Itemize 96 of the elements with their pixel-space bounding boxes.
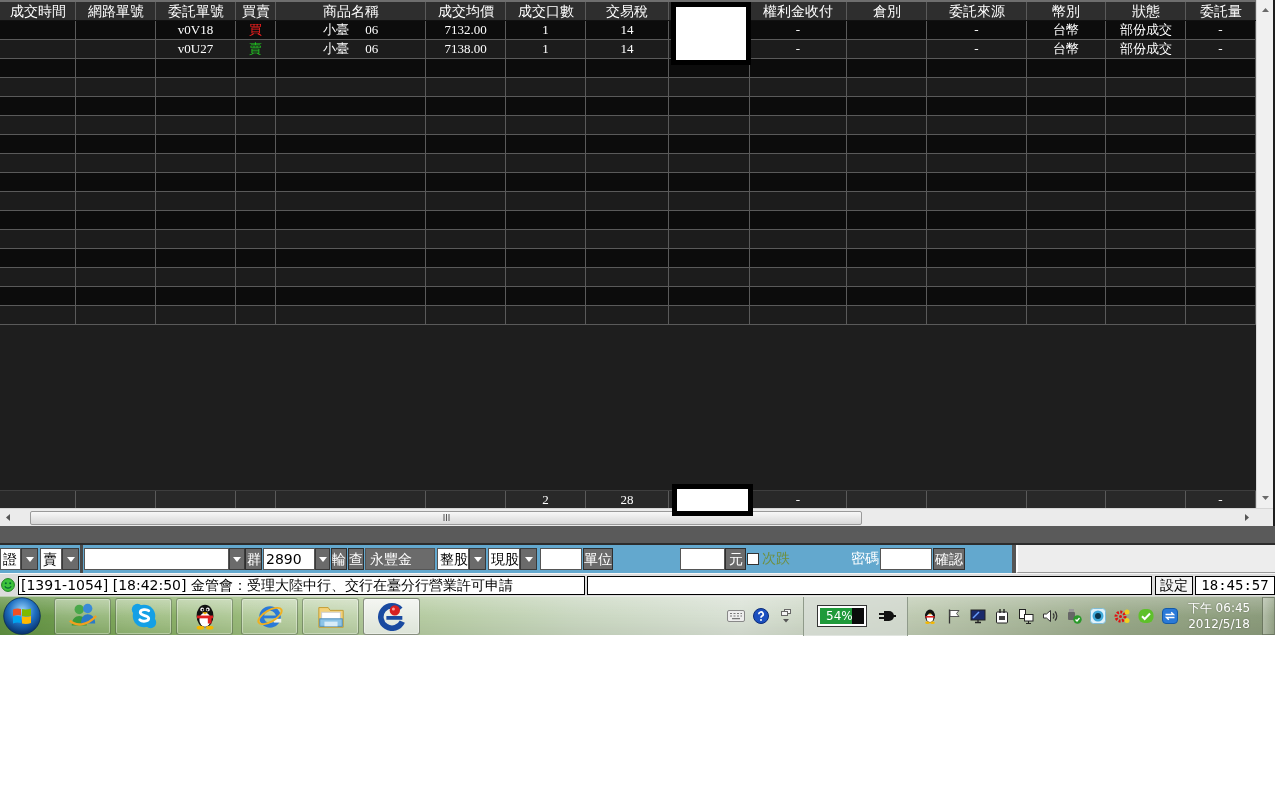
column-header: 買賣 (236, 2, 276, 20)
flag-icon[interactable] (946, 608, 962, 624)
caret-icon (318, 556, 327, 562)
table-cell: - (927, 40, 1027, 58)
scrollbar-thumb[interactable] (30, 510, 862, 525)
table-cell: 部份成交 (1106, 40, 1186, 58)
dropdown-button[interactable] (520, 548, 537, 570)
device-plug-icon[interactable] (994, 608, 1010, 624)
caret-icon (473, 556, 482, 562)
caret-icon (233, 556, 241, 562)
dropdown-button[interactable] (62, 548, 79, 570)
select-field[interactable]: 2890 (263, 548, 315, 570)
arrows-box-icon[interactable] (1162, 608, 1178, 624)
column-header: 成交口數 (506, 2, 586, 20)
action-button[interactable]: 輪 (331, 548, 347, 570)
field-label: 密碼 (851, 550, 879, 568)
table-cell: 台幣 (1027, 40, 1106, 58)
help-icon[interactable] (753, 608, 769, 624)
scroll-down-arrow-icon[interactable] (1261, 496, 1269, 500)
select-field[interactable]: 賣 (40, 548, 62, 570)
action-button[interactable]: 群 (245, 548, 262, 570)
input-field[interactable] (680, 548, 725, 570)
start-button[interactable] (3, 597, 41, 635)
action-button[interactable]: 查 (348, 548, 364, 570)
column-header: 委託來源 (927, 2, 1027, 20)
clock-button[interactable]: 下午 06:45 2012/5/18 (1186, 598, 1252, 634)
time-display: 18:45:57 (1195, 575, 1275, 595)
expand-arrow-icon[interactable] (781, 609, 791, 623)
table-cell: 1 (506, 40, 586, 58)
table-cell: 7138.00 (426, 40, 506, 58)
action-button[interactable]: 確認 (933, 548, 965, 570)
caret-icon (25, 556, 34, 562)
speaker-icon[interactable] (1042, 608, 1058, 624)
check-badge-icon[interactable] (1138, 608, 1154, 624)
scroll-left-arrow-icon[interactable] (6, 514, 10, 521)
battery-meter[interactable]: 54% (818, 606, 866, 626)
penguin-icon[interactable] (922, 608, 938, 624)
start-orb-icon (3, 597, 41, 635)
horizontal-scrollbar[interactable] (0, 508, 1273, 526)
network-icon[interactable] (1018, 608, 1034, 624)
input-field[interactable] (540, 548, 582, 570)
show-desktop-button[interactable] (1262, 597, 1275, 635)
scroll-right-arrow-icon[interactable] (1245, 514, 1249, 521)
column-header: 網路單號 (76, 2, 156, 20)
column-header: 倉別 (847, 2, 927, 20)
column-header: 交易稅 (586, 2, 669, 20)
smiley-icon (1, 578, 15, 592)
stock-name-field: 永豐金 (365, 548, 435, 570)
dropdown-button[interactable] (469, 548, 486, 570)
combo-field[interactable] (84, 548, 229, 570)
vertical-scrollbar[interactable] (1256, 0, 1273, 508)
table-cell: 買 (236, 21, 276, 39)
select-field[interactable]: 現股 (488, 548, 520, 570)
ring-icon[interactable] (1090, 608, 1106, 624)
dropdown-button[interactable] (315, 548, 330, 570)
taskbar-button[interactable] (363, 597, 420, 635)
gears-icon[interactable] (1114, 608, 1130, 624)
table-cell: 14 (586, 21, 669, 39)
table-cell: 賣 (236, 40, 276, 58)
scroll-up-arrow-icon[interactable] (1261, 8, 1269, 12)
column-header: 幣別 (1027, 2, 1106, 20)
ball-logo-icon (376, 601, 407, 631)
action-button[interactable]: 元 (725, 548, 746, 570)
checkbox[interactable] (747, 553, 759, 565)
plug-icon[interactable] (878, 609, 896, 623)
select-field[interactable]: 整股 (437, 548, 469, 570)
action-button[interactable]: 單位 (583, 548, 613, 570)
dropdown-button[interactable] (21, 548, 38, 570)
column-header: 成交時間 (0, 2, 76, 20)
table-cell: 小臺 06 (276, 40, 426, 58)
table-cell: 1 (506, 21, 586, 39)
column-header: 狀態 (1106, 2, 1186, 20)
grip-icon (442, 514, 450, 521)
table-cell: 小臺 06 (276, 21, 426, 39)
table-cell: 台幣 (1027, 21, 1106, 39)
column-header: 商品名稱 (276, 2, 426, 20)
usb-check-icon[interactable] (1066, 608, 1082, 624)
caret-icon (524, 556, 533, 562)
monitor-icon[interactable] (970, 608, 986, 624)
column-header: 委託單號 (156, 2, 236, 20)
column-header: 成交均價 (426, 2, 506, 20)
select-field[interactable]: 證 (0, 548, 21, 570)
taskbar-button[interactable] (176, 597, 233, 635)
table-cell: 14 (586, 40, 669, 58)
checkbox-label: 次跌 (762, 550, 790, 568)
input-field[interactable] (880, 548, 932, 570)
caret-icon (66, 556, 75, 562)
table-cell: 7132.00 (426, 21, 506, 39)
table-cell: v0V18 (156, 21, 236, 39)
dropdown-button[interactable] (229, 548, 245, 570)
news-ticker: [1391-1054] [18:42:50] 金管會：受理大陸中行、交行在臺分行營業許可申請 (18, 575, 585, 595)
keyboard-icon[interactable] (727, 610, 745, 622)
table-cell: 部份成交 (1106, 21, 1186, 39)
settings-button[interactable]: 設定 (1155, 575, 1193, 595)
table-cell: v0U27 (156, 40, 236, 58)
table-cell: - (927, 21, 1027, 39)
